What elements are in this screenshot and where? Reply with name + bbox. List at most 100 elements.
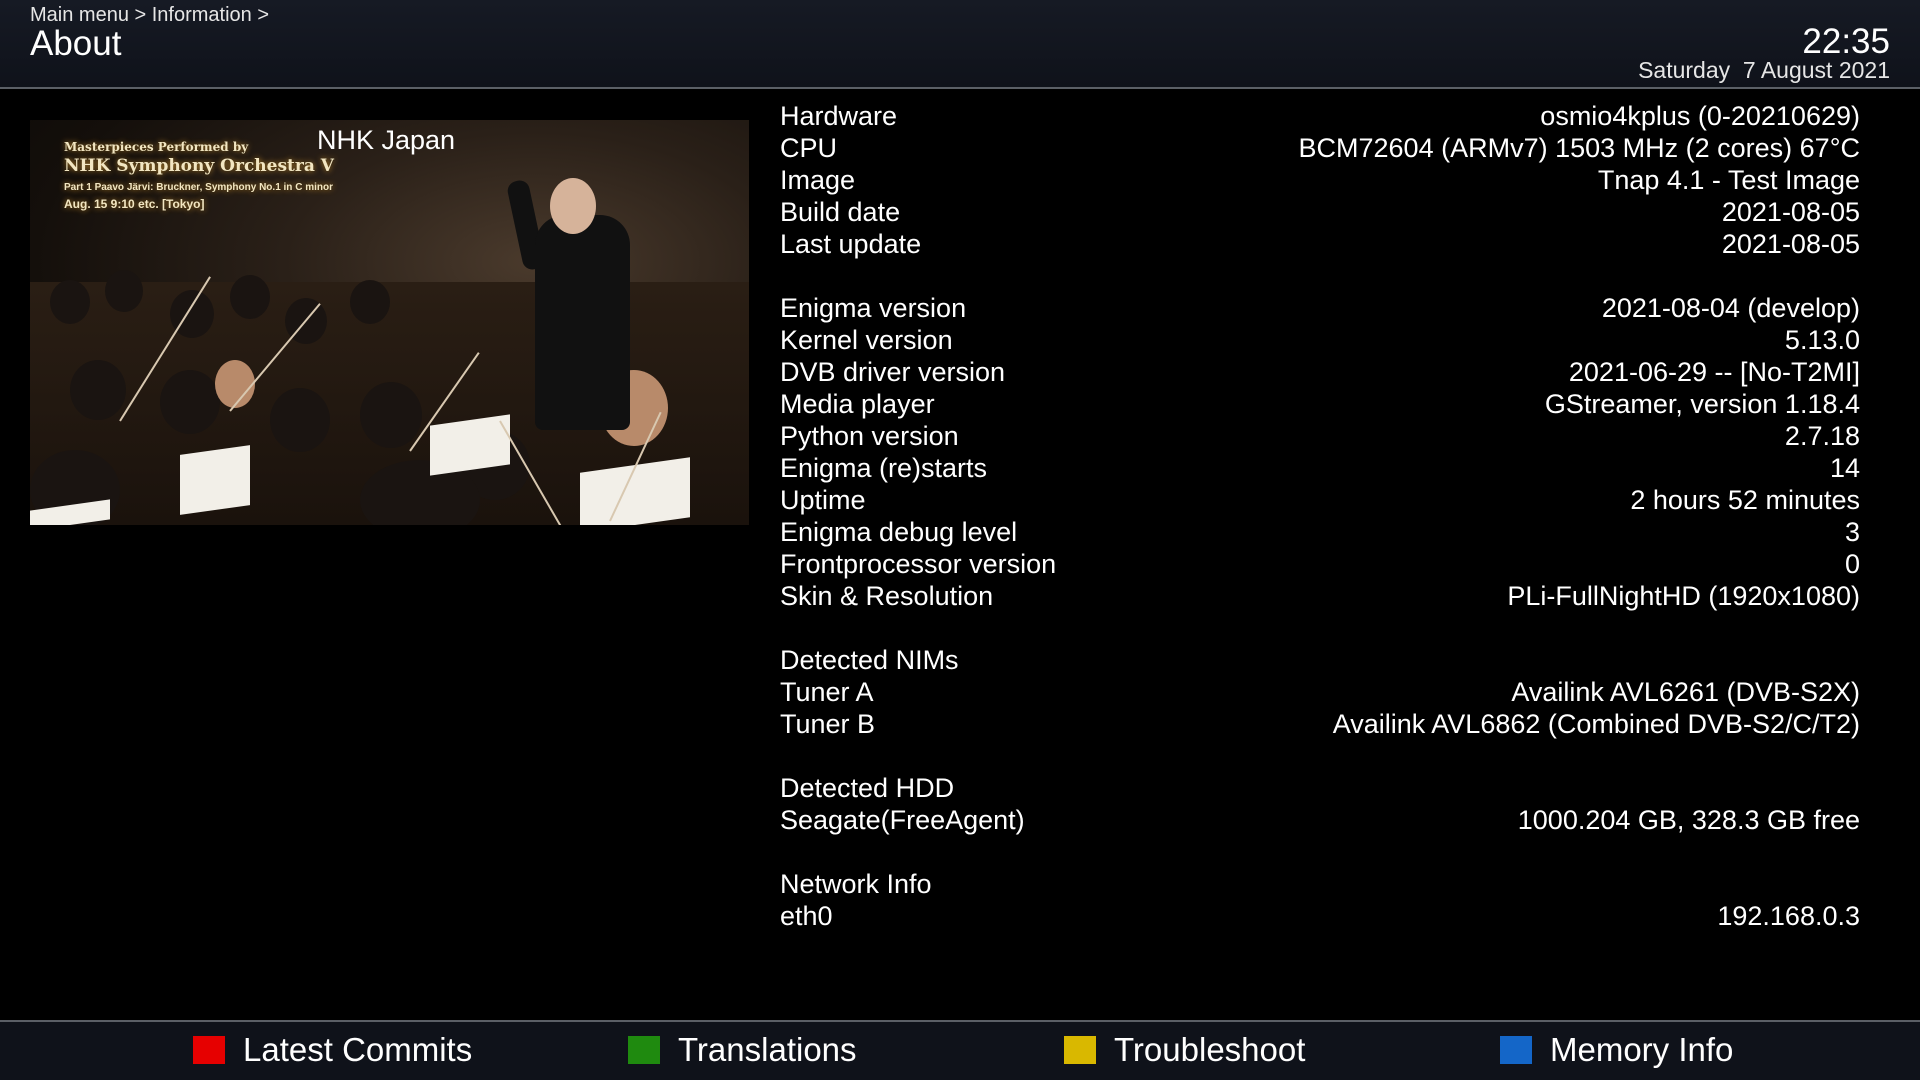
info-value: 3 — [1844, 517, 1860, 547]
blue-button-label: Memory Info — [1550, 1031, 1734, 1068]
info-value: 192.168.0.3 — [1717, 901, 1860, 931]
info-label: Build date — [780, 197, 901, 227]
green-key-icon — [628, 1036, 660, 1064]
red-button-label: Latest Commits — [243, 1031, 473, 1068]
info-value: BCM72604 (ARMv7) 1503 MHz (2 cores) 67°C — [1298, 133, 1861, 163]
info-row: Network Info — [780, 868, 1860, 900]
musician-head — [70, 360, 126, 420]
red-key-icon — [193, 1036, 225, 1064]
info-row: Image Tnap 4.1 - Test Image — [780, 164, 1860, 196]
info-row: Enigma debug level 3 — [780, 516, 1860, 548]
program-overlay: Masterpieces Performed by NHK Symphony O… — [64, 140, 334, 211]
info-label: Seagate(FreeAgent) — [780, 805, 1025, 835]
info-row: Skin & Resolution PLi-FullNightHD (1920x1… — [780, 580, 1860, 612]
info-label: Uptime — [780, 485, 866, 515]
musician-head — [360, 382, 422, 448]
info-value: Tnap 4.1 - Test Image — [1597, 165, 1860, 195]
info-row: Enigma (re)starts 14 — [780, 452, 1860, 484]
overlay-line-2: NHK Symphony Orchestra V — [64, 156, 334, 176]
overlay-line-3: Part 1 Paavo Järvi: Bruckner, Symphony N… — [64, 182, 333, 193]
blue-button[interactable]: Memory Info — [1500, 1031, 1734, 1068]
musician-head — [350, 280, 390, 324]
date: Saturday 7 August 2021 — [1638, 57, 1890, 83]
info-value: 2021-08-04 (develop) — [1601, 293, 1860, 323]
yellow-key-icon — [1064, 1036, 1096, 1064]
info-label: Python version — [780, 421, 959, 451]
info-row: Detected NIMs — [780, 644, 1860, 676]
info-row: Tuner B Availink AVL6862 (Combined DVB-S2… — [780, 708, 1860, 740]
info-value: GStreamer, version 1.18.4 — [1544, 389, 1860, 419]
musician-head — [270, 388, 330, 452]
conductor-head — [550, 178, 596, 234]
info-label: Detected NIMs — [780, 645, 959, 675]
channel-name: NHK Japan — [317, 125, 456, 155]
info-value: 2.7.18 — [1784, 421, 1860, 451]
info-label: Last update — [780, 229, 922, 259]
info-value: Availink AVL6261 (DVB-S2X) — [1511, 677, 1860, 707]
info-label: Hardware — [780, 101, 898, 131]
red-button[interactable]: Latest Commits — [193, 1031, 473, 1068]
info-value: 5.13.0 — [1784, 325, 1860, 355]
yellow-button[interactable]: Troubleshoot — [1064, 1031, 1305, 1068]
info-row: Kernel version 5.13.0 — [780, 324, 1860, 356]
green-button[interactable]: Translations — [628, 1031, 857, 1068]
info-label: DVB driver version — [780, 357, 1006, 387]
musician-head — [160, 370, 220, 434]
musician-head — [105, 270, 143, 312]
info-value: 1000.204 GB, 328.3 GB free — [1517, 805, 1860, 835]
overlay-line-4: Aug. 15 9:10 etc. [Tokyo] — [64, 197, 205, 211]
info-list[interactable]: Hardware osmio4kplus (0-20210629) CPU BCM72… — [780, 100, 1860, 932]
info-row: Last update 2021-08-05 — [780, 228, 1860, 260]
header-divider — [0, 87, 1920, 89]
info-value: 2021-08-05 — [1721, 229, 1860, 259]
info-label: Enigma version — [780, 293, 967, 323]
header-bar: Main menu > Information > About 22:35 Sa… — [0, 0, 1920, 88]
overlay-line-1: Masterpieces Performed by — [64, 140, 249, 154]
clock: 22:35 — [1802, 22, 1890, 61]
info-value: 2021-06-29 -- [No-T2MI] — [1568, 357, 1860, 387]
color-key-bar: Latest Commits Translations Troubleshoot… — [0, 1022, 1920, 1080]
info-value: osmio4kplus (0-20210629) — [1540, 101, 1860, 131]
info-value: 14 — [1829, 453, 1860, 483]
info-label: eth0 — [780, 901, 833, 931]
info-label: Kernel version — [780, 325, 953, 355]
info-value: Availink AVL6862 (Combined DVB-S2/C/T2) — [1332, 709, 1860, 739]
info-label: Network Info — [780, 869, 932, 899]
info-label: Tuner B — [780, 709, 876, 739]
info-row — [780, 612, 1860, 644]
info-label: Tuner A — [780, 677, 874, 707]
musician-face — [215, 360, 255, 408]
info-row: Frontprocessor version 0 — [780, 548, 1860, 580]
info-row — [780, 260, 1860, 292]
info-row: Seagate(FreeAgent) 1000.204 GB, 328.3 GB … — [780, 804, 1860, 836]
info-value: 0 — [1844, 549, 1860, 579]
page-title: About — [30, 24, 122, 63]
info-label: Detected HDD — [780, 773, 955, 803]
info-row: Build date 2021-08-05 — [780, 196, 1860, 228]
music-sheet — [180, 445, 250, 515]
info-label: Enigma (re)starts — [780, 453, 988, 483]
blue-key-icon — [1500, 1036, 1532, 1064]
info-row: Media player GStreamer, version 1.18.4 — [780, 388, 1860, 420]
info-value: 2021-08-05 — [1721, 197, 1860, 227]
info-label: Image — [780, 165, 856, 195]
info-value: PLi-FullNightHD (1920x1080) — [1507, 581, 1860, 611]
info-row — [780, 836, 1860, 868]
info-row: eth0 192.168.0.3 — [780, 900, 1860, 932]
info-label: Skin & Resolution — [780, 581, 994, 611]
musician-head — [50, 280, 90, 324]
conductor — [535, 215, 630, 430]
info-row: Hardware osmio4kplus (0-20210629) — [780, 100, 1860, 132]
info-row: DVB driver version 2021-06-29 -- [No-T2MI… — [780, 356, 1860, 388]
green-button-label: Translations — [678, 1031, 857, 1068]
info-row: Tuner A Availink AVL6261 (DVB-S2X) — [780, 676, 1860, 708]
info-row — [780, 740, 1860, 772]
info-label: Media player — [780, 389, 935, 419]
info-row: Detected HDD — [780, 772, 1860, 804]
info-label: CPU — [780, 133, 838, 163]
info-value: 2 hours 52 minutes — [1630, 485, 1860, 515]
info-row: Enigma version 2021-08-04 (develop) — [780, 292, 1860, 324]
musician-head — [230, 275, 270, 319]
info-row: Uptime 2 hours 52 minutes — [780, 484, 1860, 516]
info-row: CPU BCM72604 (ARMv7) 1503 MHz (2 cores) 6… — [780, 132, 1860, 164]
